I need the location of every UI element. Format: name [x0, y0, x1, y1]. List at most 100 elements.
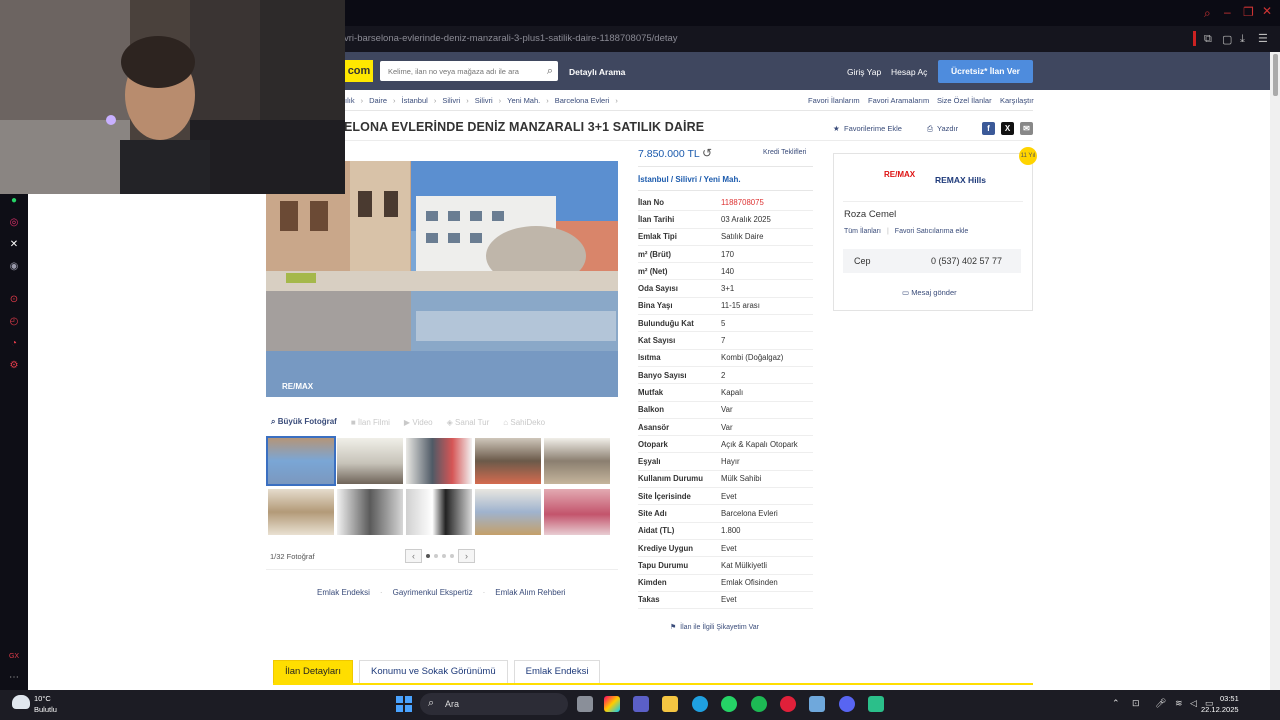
wifi-icon[interactable]: ≋ [1175, 698, 1183, 709]
phone-number[interactable]: 0 (537) 402 57 77 [931, 256, 1002, 266]
thumbnail[interactable] [475, 438, 541, 484]
extensions-icon[interactable]: ⧉ [1204, 33, 1212, 46]
facebook-icon[interactable]: f [982, 122, 995, 135]
pager-dot[interactable] [426, 554, 430, 558]
history-sidebar-icon[interactable]: ◴ [7, 315, 21, 329]
spotify-icon[interactable] [751, 696, 767, 712]
site-logo[interactable]: com [345, 60, 373, 82]
add-favorite-link[interactable]: Favorilerime Ekle [844, 124, 902, 133]
special-listings-link[interactable]: Size Özel İlanlar [937, 96, 992, 105]
breadcrumb-item[interactable]: Yeni Mah. [507, 96, 540, 105]
credit-offers-link[interactable]: Kredi Teklifleri [763, 149, 806, 156]
agent-office-name[interactable]: REMAX Hills [935, 175, 986, 185]
large-photo-button[interactable]: ⌕ Büyük Fotoğraf [271, 417, 337, 427]
discord-taskbar-icon[interactable] [839, 696, 855, 712]
login-link[interactable]: Giriş Yap [847, 67, 881, 77]
tab-location[interactable]: Konumu ve Sokak Görünümü [358, 660, 508, 684]
thumbnail[interactable] [475, 489, 541, 535]
location-neighborhood[interactable]: Yeni Mah. [704, 175, 741, 184]
file-explorer-icon[interactable] [662, 696, 678, 712]
search-input[interactable] [388, 61, 538, 81]
messages-icon[interactable]: ◔ [7, 337, 21, 351]
thumbnail[interactable] [268, 489, 334, 535]
all-listings-link[interactable]: Tüm İlanları [844, 228, 881, 235]
minimize-icon[interactable]: – [1224, 5, 1231, 19]
breadcrumb-item[interactable]: ılık [345, 96, 355, 105]
complaint-link[interactable]: ⚑ İlan ile İlgili Şikayetim Var [670, 623, 759, 631]
discord-icon[interactable]: ◉ [7, 260, 21, 274]
search-icon[interactable]: ⌕ [1204, 6, 1211, 21]
favorite-listings-link[interactable]: Favori İlanlarım [808, 96, 860, 105]
thumbnail[interactable] [266, 436, 336, 486]
microphone-icon[interactable]: 🎤︎ [1155, 698, 1166, 709]
wallet-icon[interactable]: ▢ [1222, 33, 1232, 46]
x-share-icon[interactable]: X [1001, 122, 1014, 135]
register-link[interactable]: Hesap Aç [891, 67, 927, 77]
teams-icon[interactable] [633, 696, 649, 712]
breadcrumb-item[interactable]: Daire [369, 96, 387, 105]
thumbnail[interactable] [406, 489, 472, 535]
printer-icon[interactable]: ⎙ [927, 124, 933, 134]
maximize-icon[interactable]: ❐ [1243, 5, 1254, 19]
chevron-up-icon[interactable]: ⌃ [1112, 698, 1120, 709]
instagram-icon[interactable]: ◎ [7, 216, 21, 230]
settings-icon[interactable]: ⚙ [7, 359, 21, 373]
url-text[interactable]: vri-barselona-evlerinde-deniz-manzarali-… [344, 33, 678, 44]
opera-gx-icon[interactable] [780, 696, 796, 712]
search-icon[interactable]: ⌕ [547, 65, 553, 78]
clock-date[interactable]: 22.12.2025 [1201, 705, 1239, 714]
x-icon[interactable]: ✕ [7, 238, 21, 252]
pager-dot[interactable] [442, 554, 446, 558]
main-photo[interactable]: RE/MAX [266, 161, 618, 397]
whatsapp-icon[interactable]: ● [7, 194, 21, 208]
cloud-icon[interactable] [12, 695, 30, 709]
scrollbar-thumb[interactable] [1273, 54, 1278, 96]
clock-time[interactable]: 03:51 [1220, 694, 1239, 703]
menu-icon[interactable]: ☰ [1258, 32, 1268, 45]
pager-dot[interactable] [434, 554, 438, 558]
weather-description[interactable]: Bulutlu [34, 705, 57, 714]
print-link[interactable]: Yazdır [937, 124, 958, 133]
tab-listing-details[interactable]: İlan Detayları [273, 660, 353, 684]
emlak-endeksi-link[interactable]: Emlak Endeksi [317, 588, 370, 597]
app-icon[interactable] [809, 696, 825, 712]
breadcrumb-item[interactable]: Silivri [475, 96, 493, 105]
thumbnail[interactable] [337, 489, 403, 535]
email-share-icon[interactable]: ✉ [1020, 122, 1033, 135]
breadcrumb-item[interactable]: İstanbul [402, 96, 428, 105]
weather-temperature[interactable]: 10°C [34, 694, 51, 703]
tray-app-icon[interactable]: ⊡ [1132, 698, 1140, 709]
scrollbar[interactable] [1270, 52, 1280, 690]
volume-icon[interactable]: ◁ [1190, 698, 1197, 709]
location-city[interactable]: İstanbul [638, 175, 669, 184]
star-icon[interactable]: ★ [833, 124, 840, 133]
thumbnail[interactable] [337, 438, 403, 484]
chevron-left-icon[interactable]: ‹ [405, 549, 422, 563]
send-message-link[interactable]: ▭ Mesaj gönder [902, 288, 957, 297]
task-view-icon[interactable] [577, 696, 593, 712]
favorite-seller-link[interactable]: Favori Satıcılarıma ekle [895, 228, 969, 235]
chevron-right-icon[interactable]: › [458, 549, 475, 563]
more-icon[interactable]: ⋯ [7, 671, 21, 685]
copilot-icon[interactable] [604, 696, 620, 712]
price-history-icon[interactable]: ↺ [702, 146, 712, 160]
compare-link[interactable]: Karşılaştır [1000, 96, 1034, 105]
post-ad-button[interactable]: Ücretsiz* İlan Ver [938, 60, 1033, 83]
thumbnail[interactable] [406, 438, 472, 484]
app-icon[interactable] [868, 696, 884, 712]
whatsapp-taskbar-icon[interactable] [721, 696, 737, 712]
taskbar-search[interactable] [420, 693, 568, 715]
pager-dot[interactable] [450, 554, 454, 558]
edge-icon[interactable] [692, 696, 708, 712]
close-icon[interactable]: ✕ [1262, 4, 1272, 18]
thumbnail[interactable] [544, 489, 610, 535]
agent-logo[interactable]: RE/MAX [884, 170, 915, 179]
breadcrumb-item[interactable]: Silivri [442, 96, 460, 105]
alim-rehberi-link[interactable]: Emlak Alım Rehberi [495, 588, 565, 597]
tab-real-estate-index[interactable]: Emlak Endeksi [513, 660, 601, 684]
detailed-search-link[interactable]: Detaylı Arama [569, 67, 625, 77]
player-icon[interactable]: ⊙ [7, 293, 21, 307]
favorite-searches-link[interactable]: Favori Aramalarım [868, 96, 929, 105]
gx-icon[interactable]: GX [7, 650, 21, 664]
location-district[interactable]: Silivri [675, 175, 697, 184]
